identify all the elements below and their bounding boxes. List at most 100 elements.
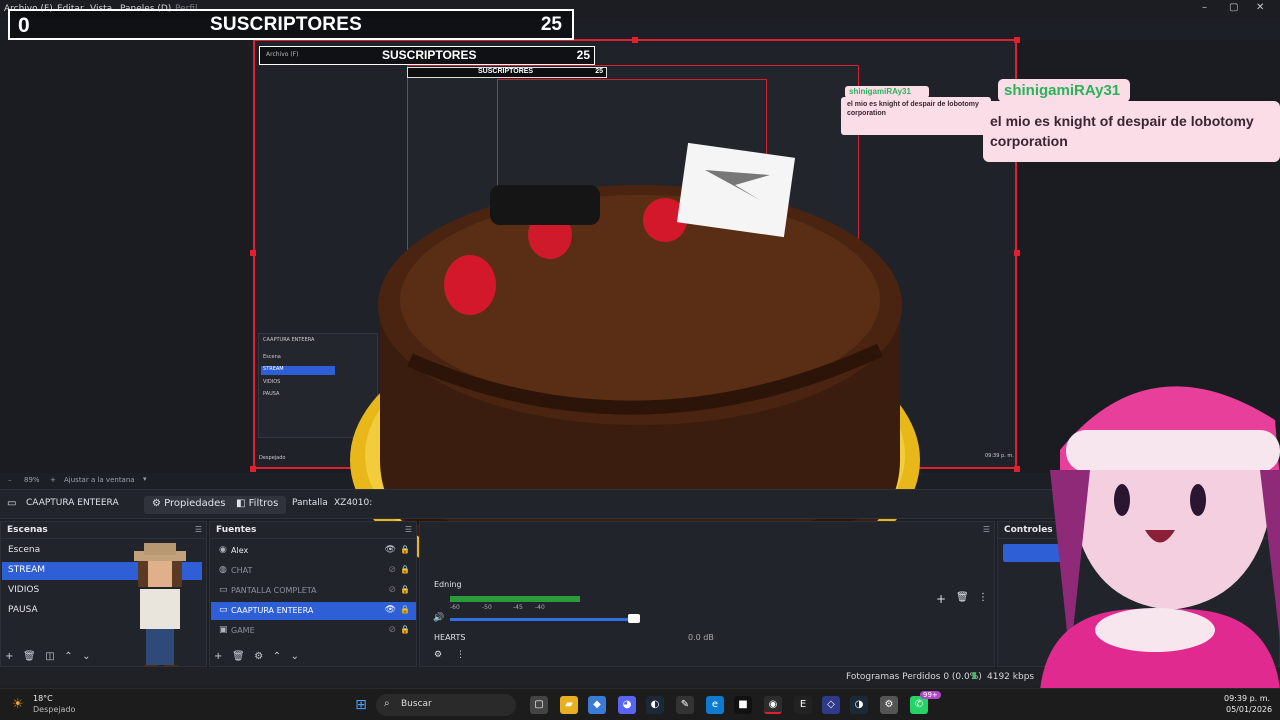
lock-icon[interactable]: 🔒	[400, 545, 410, 554]
transition-menu-icon[interactable]: ⋮	[978, 592, 988, 603]
nested-subscribers-title-2: SUSCRIPTORES	[478, 68, 534, 75]
nested-source-label: CAAPTURA ENTEERA	[263, 337, 315, 343]
discord-icon[interactable]: ◕	[618, 696, 636, 714]
delete-transition-icon[interactable]: 🗑	[956, 592, 969, 603]
scene-settings-icon[interactable]: ◫	[45, 651, 54, 662]
car-image	[490, 185, 600, 225]
resize-handle-bottom-right[interactable]	[1014, 466, 1020, 472]
mixer-menu-icon[interactable]: ⋮	[456, 650, 465, 660]
settings-icon[interactable]: ⚙	[880, 696, 898, 714]
close-icon[interactable]: ✕	[1256, 2, 1264, 13]
nested-weather: Despejado	[259, 455, 286, 461]
eye-right	[1190, 484, 1206, 516]
dragon-sticker	[676, 142, 796, 238]
obs-icon[interactable]: ◉	[764, 696, 782, 714]
lock-icon[interactable]: 🔒	[400, 605, 410, 614]
edge-icon[interactable]: e	[706, 696, 724, 714]
resize-handle-left[interactable]	[250, 250, 256, 256]
eye-hidden-icon[interactable]: ⊘	[388, 585, 396, 595]
eye-hidden-icon[interactable]: ⊘	[388, 625, 396, 635]
source-label: CHAT	[231, 566, 253, 575]
source-item-alex[interactable]: ◉ Alex 👁 🔒	[211, 542, 416, 560]
move-up-icon[interactable]: ⌃	[273, 651, 281, 662]
source-item-captura-entera[interactable]: ▭ CAAPTURA ENTEERA 👁 🔒	[211, 602, 416, 620]
file-explorer-icon[interactable]: ▰	[560, 696, 578, 714]
source-item-pantalla-completa[interactable]: ▭ PANTALLA COMPLETA ⊘ 🔒	[211, 582, 416, 600]
search-placeholder: Buscar	[401, 699, 432, 709]
mixer-channel-1-meter	[450, 596, 580, 602]
chat-message-bubble: el mio es knight of despair de lobotomy …	[983, 101, 1280, 162]
steam-2-icon[interactable]: ◑	[850, 696, 868, 714]
subscribers-start-count: 0	[18, 14, 30, 37]
volume-slider-handle[interactable]	[628, 614, 640, 623]
zoom-level: 89%	[24, 476, 40, 484]
taskbar-search[interactable]: ⌕ Buscar	[376, 694, 516, 716]
scenes-footer: + 🗑 ◫ ⌃ ⌄	[5, 651, 91, 662]
lock-icon[interactable]: 🔒	[400, 565, 410, 574]
move-up-icon[interactable]: ⌃	[64, 651, 72, 662]
nested-scene-vidios: VIDIOS	[263, 379, 281, 385]
mixer-settings-icon[interactable]: ⚙	[434, 650, 442, 660]
scenes-title: Escenas	[7, 525, 48, 535]
nested-scene-pausa: PAUSA	[263, 391, 280, 397]
filters-button[interactable]: ◧ Filtros	[228, 496, 287, 514]
face	[146, 561, 174, 587]
eye-icon[interactable]: 👁	[385, 605, 396, 615]
strawberry-1	[444, 255, 496, 315]
resize-handle-top[interactable]	[632, 37, 638, 43]
minimize-icon[interactable]: –	[1202, 2, 1207, 13]
resize-handle-bottom-left[interactable]	[250, 466, 256, 472]
dock-menu-icon[interactable]: ☰	[195, 525, 202, 534]
source-settings-icon[interactable]: ⚙	[254, 651, 263, 662]
meter-tick-50: -50	[482, 604, 492, 611]
delete-scene-icon[interactable]: 🗑	[23, 651, 36, 662]
app-icon[interactable]: ✎	[676, 696, 694, 714]
add-scene-icon[interactable]: +	[5, 651, 13, 662]
delete-source-icon[interactable]: 🗑	[232, 651, 245, 662]
chat-username: shinigamiRAy31	[1004, 82, 1121, 99]
meter-tick-45: -45	[513, 604, 523, 611]
mixer-channel-1-name: Edning	[434, 580, 462, 589]
properties-button[interactable]: ⚙ Propiedades	[144, 496, 234, 514]
resize-handle-top-right[interactable]	[1014, 37, 1020, 43]
windows-start-icon[interactable]: ⊞	[352, 696, 370, 714]
move-down-icon[interactable]: ⌄	[291, 651, 299, 662]
epic-games-icon[interactable]: ■	[734, 696, 752, 714]
move-down-icon[interactable]: ⌄	[82, 651, 90, 662]
add-source-icon[interactable]: +	[214, 651, 222, 662]
taskbar: ☀ 18°C Despejado ⊞ ⌕ Buscar ▢ ▰ ◆ ◕ ◐ ✎ …	[0, 688, 1280, 720]
zoom-bar: – 89% + Ajustar a la ventana ▾	[0, 473, 400, 487]
app-2-icon[interactable]: ◇	[822, 696, 840, 714]
notification-badge: 99+	[920, 691, 941, 699]
zoom-minus-icon[interactable]: –	[8, 476, 12, 484]
globe-icon: ◍	[219, 565, 227, 575]
filter-icon: ◧	[236, 498, 246, 509]
dock-menu-icon[interactable]: ☰	[983, 525, 990, 534]
store-icon[interactable]: ◆	[588, 696, 606, 714]
coat-fur	[1095, 608, 1215, 652]
eye-hidden-icon[interactable]: ⊘	[388, 565, 396, 575]
lock-icon[interactable]: 🔒	[400, 625, 410, 634]
nested-subscribers-title: SUSCRIPTORES	[382, 48, 477, 62]
frames-lost: Fotogramas Perdidos 0 (0.0%)	[846, 672, 982, 682]
steam-icon[interactable]: ◐	[646, 696, 664, 714]
resize-handle-right[interactable]	[1014, 250, 1020, 256]
screen-select[interactable]: XZ4010:	[334, 498, 372, 508]
nested-scene-escena: Escena	[263, 354, 281, 360]
eye-icon[interactable]: 👁	[385, 545, 396, 555]
maximize-icon[interactable]: ▢	[1229, 2, 1238, 13]
volume-slider[interactable]	[450, 618, 640, 621]
epic-icon[interactable]: E	[794, 696, 812, 714]
dock-menu-icon[interactable]: ☰	[405, 525, 412, 534]
eye-left	[1114, 484, 1130, 516]
fit-to-window[interactable]: Ajustar a la ventana	[64, 476, 135, 484]
task-view-icon[interactable]: ▢	[530, 696, 548, 714]
source-item-chat[interactable]: ◍ CHAT ⊘ 🔒	[211, 562, 416, 580]
zoom-plus-icon[interactable]: +	[50, 476, 56, 484]
sources-footer: + 🗑 ⚙ ⌃ ⌄	[214, 651, 299, 662]
add-transition-icon[interactable]: +	[936, 592, 946, 606]
source-item-game[interactable]: ▣ GAME ⊘ 🔒	[211, 622, 416, 640]
speaker-icon[interactable]: 🔊	[433, 613, 444, 623]
chevron-down-icon[interactable]: ▾	[143, 475, 147, 483]
lock-icon[interactable]: 🔒	[400, 585, 410, 594]
